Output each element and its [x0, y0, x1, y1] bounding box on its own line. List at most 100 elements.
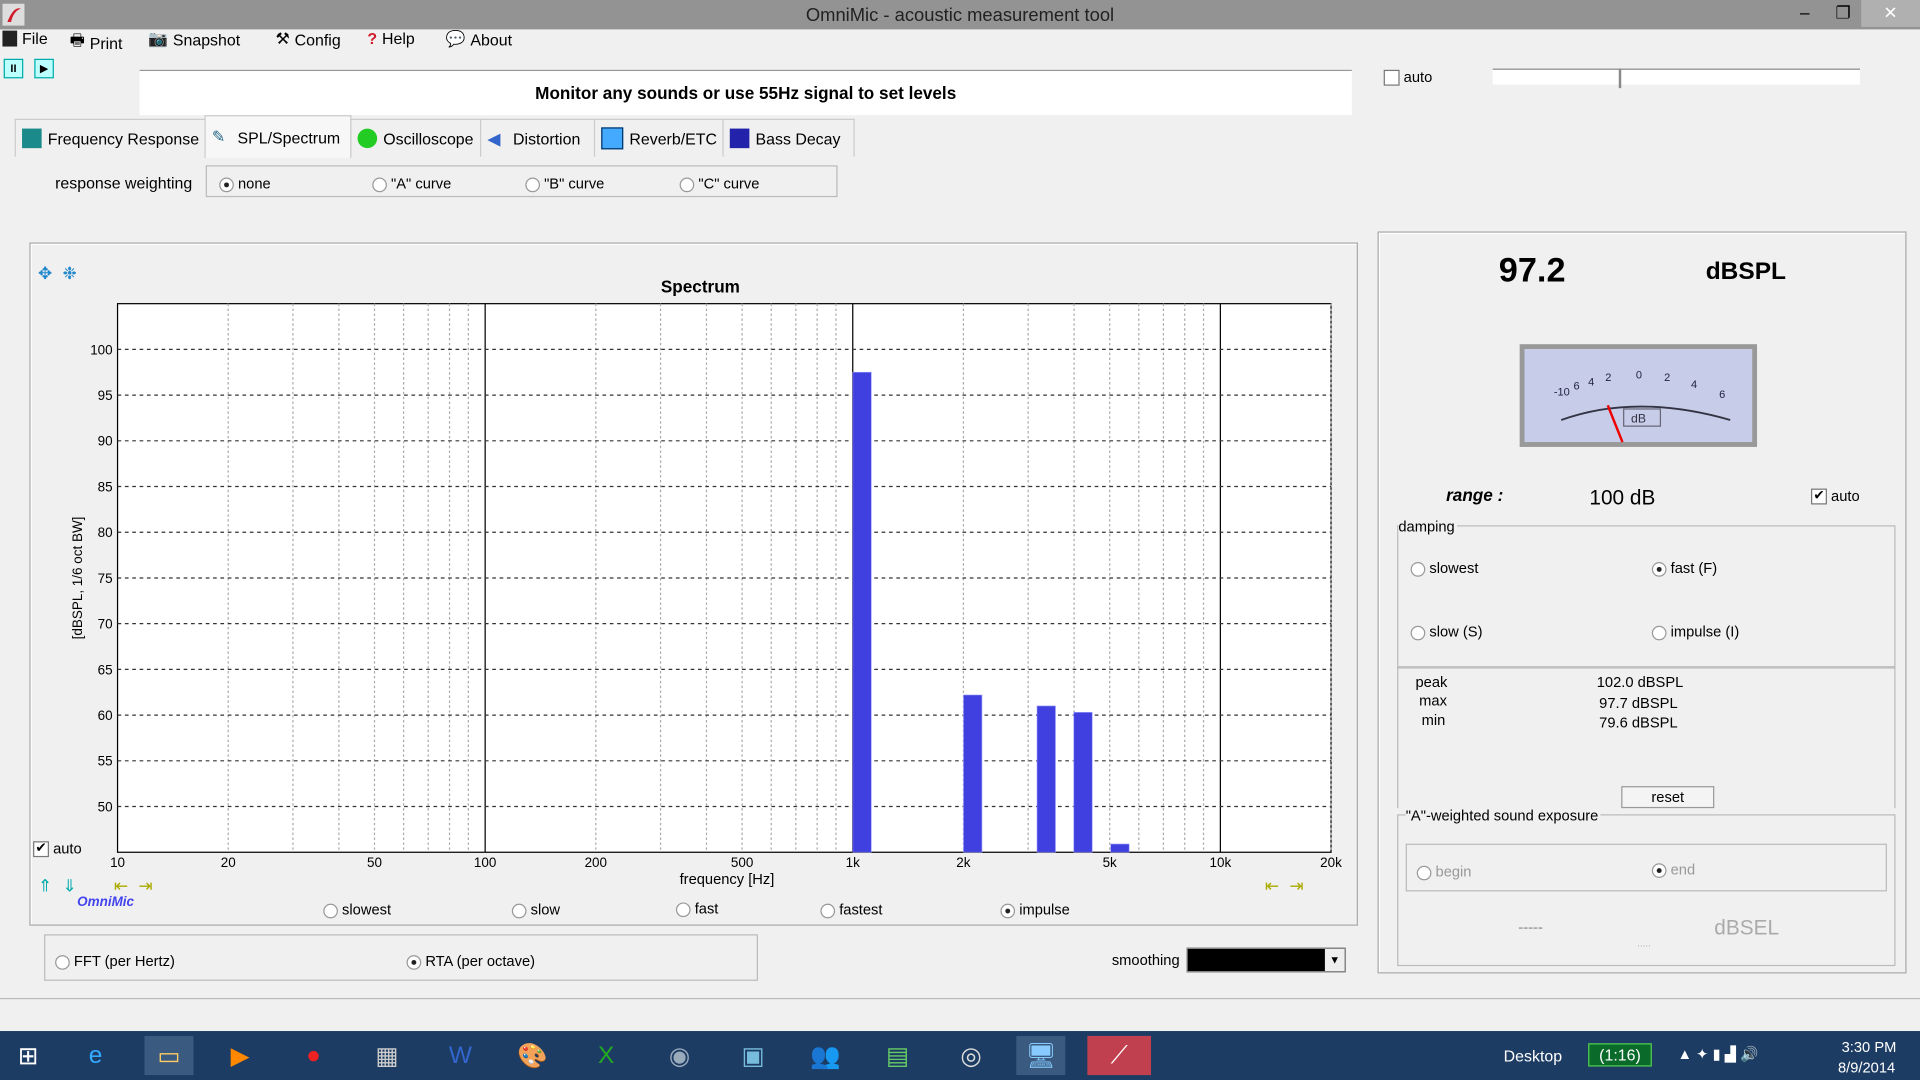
mode-rta[interactable]: RTA (per octave)	[406, 952, 536, 970]
response-fast[interactable]: fast	[675, 900, 718, 917]
x-axis-label: frequency [Hz]	[679, 870, 775, 888]
paint-icon[interactable]: 🎨	[508, 1036, 557, 1075]
stats-group: peak 102.0 dBSPL max 97.7 dBSPL min 79.6…	[1397, 666, 1896, 809]
radio-indicator	[1416, 865, 1432, 881]
smoothing-select[interactable]: ▼	[1186, 947, 1346, 973]
exposure-end[interactable]: end	[1651, 860, 1696, 878]
x-tick-label: 5k	[1103, 855, 1117, 870]
response-slowest[interactable]: slowest	[323, 901, 391, 918]
prompt-icon[interactable]: ▤	[873, 1036, 922, 1075]
stat-peak-value: 102.0 dBSPL	[1596, 673, 1684, 691]
x-pan-right-arrow-icon[interactable]: ⇥	[1289, 876, 1303, 897]
top-auto-checkbox[interactable]: auto	[1383, 69, 1432, 87]
x-tick-label: 10	[110, 855, 125, 870]
spectrum-bar	[1036, 705, 1056, 853]
radio-label: slow (S)	[1429, 623, 1483, 641]
radio-label: fast (F)	[1670, 559, 1718, 577]
damping-slowest[interactable]: slowest	[1410, 560, 1478, 577]
disk-icon[interactable]: ◉	[655, 1036, 704, 1075]
pan-right-arrow-icon[interactable]: ⇥	[138, 876, 152, 897]
radio-indicator	[820, 903, 836, 919]
y-tick-label: 55	[98, 754, 113, 769]
x-tick-label: 10k	[1210, 855, 1232, 870]
meter-label: 6	[1719, 389, 1725, 401]
level-slider[interactable]	[1492, 68, 1861, 89]
meter-label: 4	[1691, 379, 1697, 391]
vu-meter: -10 6 4 2 0 2 4 6 dB	[1519, 344, 1758, 447]
internet-explorer-icon[interactable]: e	[71, 1036, 120, 1075]
meter-label: 2	[1664, 372, 1670, 384]
calculator-icon[interactable]: ▦	[362, 1036, 411, 1075]
divider	[0, 997, 1920, 1000]
media-player-icon[interactable]: ▶	[216, 1036, 265, 1075]
radio-label: impulse (I)	[1670, 623, 1740, 641]
control-panel-icon[interactable]: ▣	[729, 1036, 778, 1075]
radio-indicator	[1000, 903, 1016, 919]
start-button[interactable]: ⊞	[4, 1036, 53, 1075]
radio-label: RTA (per octave)	[425, 952, 536, 970]
scale-down-arrow-icon[interactable]: ⇓	[62, 876, 76, 897]
radio-label: FFT (per Hertz)	[73, 952, 175, 970]
range-auto-checkbox[interactable]: ✔ auto	[1811, 487, 1860, 505]
damping-group: damping slowest fast (F) slow (S) impuls…	[1397, 517, 1896, 669]
pan-left-arrow-icon[interactable]: ⇤	[114, 876, 128, 897]
radio-label: slowest	[342, 901, 392, 919]
checkbox-box	[1383, 70, 1400, 87]
radio-label: end	[1670, 860, 1696, 878]
desktop-toolbar[interactable]: Desktop	[1504, 1047, 1562, 1065]
exposure-begin[interactable]: begin	[1416, 863, 1472, 881]
x-tick-label: 20	[221, 855, 236, 870]
checkbox-label: auto	[1831, 487, 1860, 505]
close-button[interactable]: ✕	[1861, 0, 1920, 27]
radio-label: fastest	[839, 901, 883, 919]
omnimic-window: OmniMic - acoustic measurement tool – ❐ …	[0, 0, 1920, 1080]
damping-impulse[interactable]: impulse (I)	[1651, 623, 1740, 641]
remote-desktop-icon[interactable]: 🖥	[1016, 1035, 1066, 1076]
response-slow[interactable]: slow	[511, 901, 560, 918]
spectrum-chart: 50 55 60 65 70 75 80 85 90 95 100 10 20 50 100 200 500 1k…	[90, 303, 1342, 870]
radio-indicator	[1651, 561, 1667, 577]
checkbox-box: ✔	[1811, 488, 1827, 505]
checkbox-label: auto	[53, 840, 82, 858]
people-icon[interactable]: 👥	[801, 1036, 850, 1075]
response-fastest[interactable]: fastest	[820, 901, 882, 918]
clock-date[interactable]: 8/9/2014	[1838, 1059, 1895, 1076]
battery-indicator[interactable]: (1:16)	[1588, 1043, 1652, 1067]
word-icon[interactable]: W	[436, 1036, 485, 1075]
scale-up-arrow-icon[interactable]: ⇑	[38, 876, 52, 897]
app-red-icon[interactable]: ●	[289, 1036, 338, 1075]
damping-fast[interactable]: fast (F)	[1651, 559, 1718, 577]
y-tick-label: 100	[90, 342, 112, 357]
spectrum-bar	[1073, 712, 1093, 853]
y-tick-label: 60	[98, 708, 113, 723]
maximize-button[interactable]: ❐	[1836, 2, 1851, 23]
chart-auto-checkbox[interactable]: ✔ auto	[33, 840, 82, 858]
radio-label: begin	[1435, 863, 1472, 881]
radio-indicator	[1410, 561, 1426, 577]
radio-indicator	[675, 902, 691, 917]
damping-slow[interactable]: slow (S)	[1410, 623, 1483, 641]
stat-peak-label: peak	[1415, 673, 1448, 691]
tray-icons[interactable]: ▲ ✦ ▮ ▟ 🔊	[1678, 1046, 1759, 1063]
file-explorer-icon[interactable]: ▭	[144, 1035, 194, 1076]
spl-unit: dBSPL	[1705, 258, 1786, 286]
omnimic-brand: OmniMic	[77, 895, 135, 910]
x-tick-label: 1k	[846, 855, 860, 870]
slider-thumb[interactable]	[1618, 68, 1622, 89]
minimize-button[interactable]: –	[1800, 2, 1810, 22]
damping-title: damping	[1398, 517, 1458, 536]
analysis-mode-group: FFT (per Hertz) RTA (per octave)	[44, 934, 758, 981]
spectrum-bar	[963, 694, 983, 853]
meter-label: 6	[1573, 380, 1579, 392]
smoothing-label: smoothing	[1111, 951, 1180, 969]
reset-button[interactable]: reset	[1621, 786, 1715, 809]
clock-time[interactable]: 3:30 PM	[1842, 1038, 1897, 1055]
chevron-down-icon[interactable]: ▼	[1324, 948, 1345, 972]
omnimic-taskbar-icon[interactable]: ⟋	[1087, 1035, 1152, 1076]
media-center-icon[interactable]: ◎	[947, 1036, 996, 1075]
response-impulse[interactable]: impulse	[1000, 901, 1070, 919]
x-pan-left-arrow-icon[interactable]: ⇤	[1265, 876, 1279, 897]
x-tick-label: 20k	[1320, 855, 1342, 870]
excel-icon[interactable]: X	[582, 1036, 631, 1075]
mode-fft[interactable]: FFT (per Hertz)	[55, 953, 175, 970]
